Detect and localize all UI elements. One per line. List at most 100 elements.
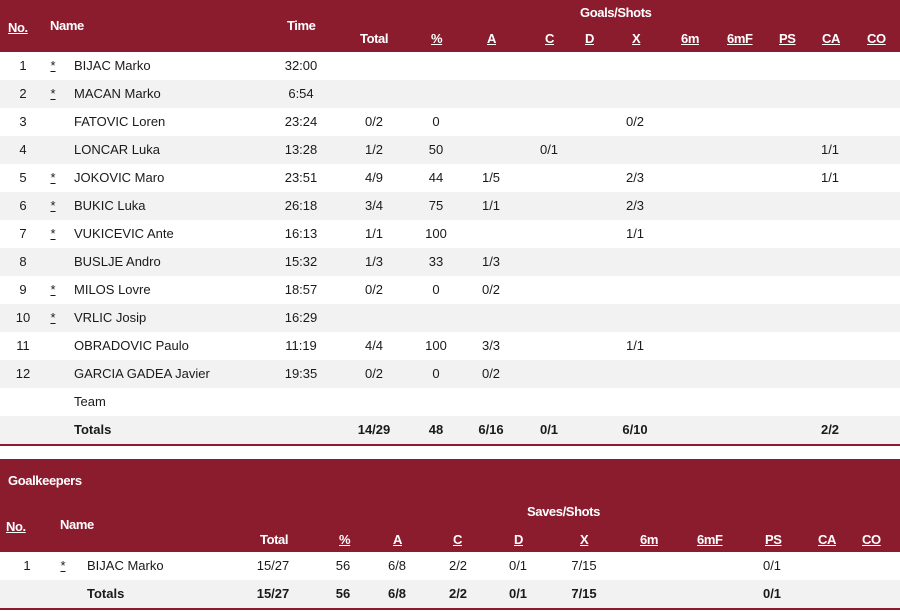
gk-totals-c: 2/2 (448, 586, 468, 601)
player-name: GARCIA GADEA Javier (74, 366, 210, 381)
gk-col-header-no: No. (6, 519, 26, 534)
player-time: 18:57 (284, 282, 318, 297)
player-pct: 0 (432, 282, 440, 297)
player-no: 2 (19, 86, 27, 101)
player-name: LONCAR Luka (74, 142, 160, 157)
gk-col-header-name: Name (60, 517, 94, 532)
gk-pct: 56 (335, 558, 351, 573)
goalkeepers-table-header: Goalkeepers No. Name Saves/Shots Total %… (0, 459, 900, 552)
player-starter-mark: * (50, 310, 56, 325)
player-no: 12 (15, 366, 31, 381)
player-starter-mark: * (50, 86, 56, 101)
totals-pct: 48 (428, 422, 444, 437)
gk-col-header-co: CO (862, 532, 881, 547)
gk-col-header-6m: 6m (640, 532, 658, 547)
col-header-time: Time (287, 18, 316, 33)
totals-ca: 2/2 (820, 422, 840, 437)
player-name: VUKICEVIC Ante (74, 226, 174, 241)
gk-col-header-c: C (453, 532, 462, 547)
gk-totals-d: 0/1 (508, 586, 528, 601)
totals-x: 6/10 (622, 422, 648, 437)
player-starter-mark: * (50, 226, 56, 241)
player-time: 15:32 (284, 254, 318, 269)
players-table-bottom-rule (0, 444, 900, 446)
player-starter-mark: * (50, 198, 56, 213)
player-total: 0/2 (364, 366, 384, 381)
player-name: JOKOVIC Maro (74, 170, 165, 185)
col-header-ca: CA (822, 31, 840, 46)
gk-col-header-a: A (393, 532, 402, 547)
player-no: 9 (19, 282, 27, 297)
player-time: 19:35 (284, 366, 318, 381)
gk-total: 15/27 (256, 558, 290, 573)
player-no: 8 (19, 254, 27, 269)
player-total: 4/4 (364, 338, 384, 353)
gk-col-header-saves-shots: Saves/Shots (527, 504, 600, 519)
player-no: 6 (19, 198, 27, 213)
totals-a: 6/16 (478, 422, 504, 437)
gk-col-header-pct: % (339, 532, 351, 547)
player-ca: 1/1 (820, 170, 840, 185)
player-time: 11:19 (285, 338, 317, 353)
player-x: 2/3 (625, 198, 645, 213)
player-name: BIJAC Marko (74, 58, 151, 73)
goalkeepers-title: Goalkeepers (8, 473, 82, 488)
gk-col-header-total: Total (260, 532, 289, 547)
gk-totals-label: Totals (87, 586, 125, 601)
gk-col-header-ca: CA (818, 532, 836, 547)
gk-col-header-ps: PS (765, 532, 782, 547)
player-a: 1/3 (481, 254, 501, 269)
player-a: 0/2 (481, 282, 501, 297)
player-total: 1/1 (364, 226, 384, 241)
player-x: 2/3 (625, 170, 645, 185)
table-row: 8 BUSLJE Andro 15:32 1/3 33 1/3 (0, 248, 900, 277)
totals-total: 14/29 (357, 422, 391, 437)
col-header-c: C (545, 31, 554, 46)
player-total: 3/4 (364, 198, 384, 213)
table-row: 10 * VRLIC Josip 16:29 (0, 304, 900, 333)
player-total: 0/2 (364, 282, 384, 297)
player-pct: 100 (425, 338, 447, 353)
player-no: 1 (19, 58, 27, 73)
player-x: 1/1 (625, 338, 645, 353)
player-no: 10 (15, 310, 31, 325)
gk-table-row: 1 * BIJAC Marko 15/27 56 6/8 2/2 0/1 7/1… (0, 552, 900, 581)
totals-label: Totals (74, 422, 112, 437)
col-header-6m: 6m (681, 31, 699, 46)
player-pct: 100 (425, 226, 447, 241)
player-total: 0/2 (364, 114, 384, 129)
gk-totals-total: 15/27 (256, 586, 290, 601)
player-total: 1/3 (364, 254, 384, 269)
gk-totals-a: 6/8 (387, 586, 407, 601)
gk-no: 1 (23, 558, 31, 573)
col-header-6mf: 6mF (727, 31, 753, 46)
player-a: 1/5 (481, 170, 501, 185)
player-pct: 0 (432, 366, 440, 381)
player-ca: 1/1 (820, 142, 840, 157)
gk-col-header-x: X (580, 532, 589, 547)
player-no: 11 (16, 338, 30, 353)
table-row: 3 FATOVIC Loren 23:24 0/2 0 0/2 (0, 108, 900, 137)
player-name: BUSLJE Andro (74, 254, 161, 269)
player-pct: 33 (428, 254, 444, 269)
gk-col-header-d: D (514, 532, 523, 547)
player-pct: 44 (428, 170, 444, 185)
player-name: MILOS Lovre (74, 282, 151, 297)
gk-name: BIJAC Marko (87, 558, 164, 573)
player-time: 16:29 (284, 310, 318, 325)
player-name: BUKIC Luka (74, 198, 146, 213)
col-header-total: Total (360, 31, 389, 46)
gk-col-header-6mf: 6mF (697, 532, 723, 547)
totals-c: 0/1 (539, 422, 559, 437)
players-totals-row: Totals 14/29 48 6/16 0/1 6/10 2/2 (0, 416, 900, 445)
player-time: 13:28 (284, 142, 318, 157)
gk-totals-pct: 56 (335, 586, 351, 601)
gk-star: * (60, 558, 66, 573)
player-name: MACAN Marko (74, 86, 161, 101)
player-a: 1/1 (481, 198, 501, 213)
players-table-header: No. Name Time Goals/Shots Total % A C D … (0, 0, 900, 52)
player-starter-mark: * (50, 170, 56, 185)
player-starter-mark: * (50, 58, 56, 73)
player-name: FATOVIC Loren (74, 114, 166, 129)
gk-ps: 0/1 (762, 558, 782, 573)
